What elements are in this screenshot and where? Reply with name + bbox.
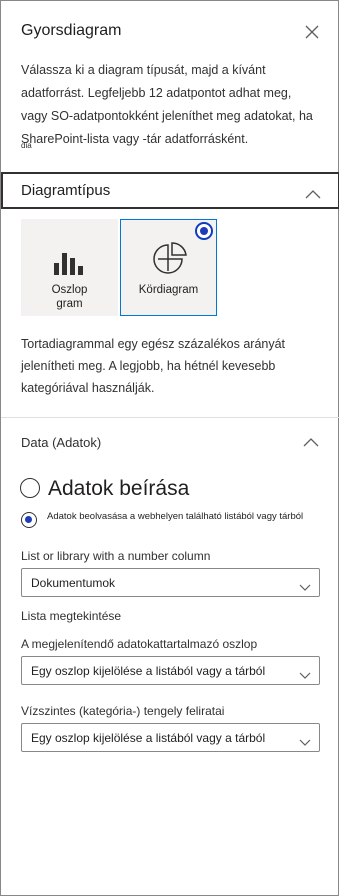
tile-pie-label: Kördiagram — [138, 284, 199, 296]
axis-labels-label: Vízszintes (kategória-) tengely felirata… — [21, 704, 225, 718]
value-column-dropdown-value: Egy oszlop kijelölése a listából vagy a … — [31, 664, 266, 678]
axis-labels-dropdown[interactable]: Egy oszlop kijelölése a listából vagy a … — [21, 723, 320, 752]
tile-bar-label: Oszlop gram — [51, 284, 88, 310]
chart-type-tile-bar[interactable]: Oszlop gram — [21, 219, 118, 316]
chart-type-section-label: Diagramtípus — [21, 182, 111, 199]
chevron-up-icon[interactable] — [303, 434, 319, 447]
divider — [1, 417, 339, 418]
bar-chart-icon — [52, 247, 86, 275]
list-dropdown[interactable]: Dokumentumok — [21, 568, 320, 597]
value-column-label: A megjelenítendő adatokattartalmazó oszl… — [21, 637, 258, 651]
close-icon[interactable] — [303, 23, 321, 41]
pie-chart-icon — [152, 241, 188, 277]
read-list-label[interactable]: Adatok beolvasása a webhelyen található … — [47, 511, 303, 522]
tile-pie-selected-radio — [195, 222, 213, 240]
chevron-up-icon — [305, 186, 321, 199]
chevron-down-icon — [299, 667, 311, 679]
preview-list-link[interactable]: Lista megtekintése — [21, 609, 121, 623]
enter-data-radio[interactable] — [20, 478, 40, 498]
panel-title: Gyorsdiagram — [21, 22, 122, 39]
chart-type-description: Tortadiagrammal egy egész százalékos ará… — [21, 337, 286, 395]
list-dropdown-value: Dokumentumok — [31, 576, 116, 590]
value-column-dropdown[interactable]: Egy oszlop kijelölése a listából vagy a … — [21, 656, 320, 685]
chart-type-section-header[interactable]: Diagramtípus — [1, 172, 339, 209]
axis-labels-dropdown-value: Egy oszlop kijelölése a listából vagy a … — [31, 731, 266, 745]
enter-data-label[interactable]: Adatok beírása — [48, 477, 189, 501]
data-section-label: Data (Adatok) — [21, 435, 102, 450]
intro-tail-text: dia — [21, 141, 32, 150]
list-field-label: List or library with a number column — [21, 549, 211, 563]
chevron-down-icon — [299, 579, 311, 591]
chevron-down-icon — [299, 734, 311, 746]
quick-chart-panel: Gyorsdiagram Válassza ki a diagram típus… — [0, 0, 339, 896]
intro-text: Válassza ki a diagram típusát, majd a kí… — [21, 63, 313, 146]
read-list-radio[interactable] — [21, 512, 37, 528]
